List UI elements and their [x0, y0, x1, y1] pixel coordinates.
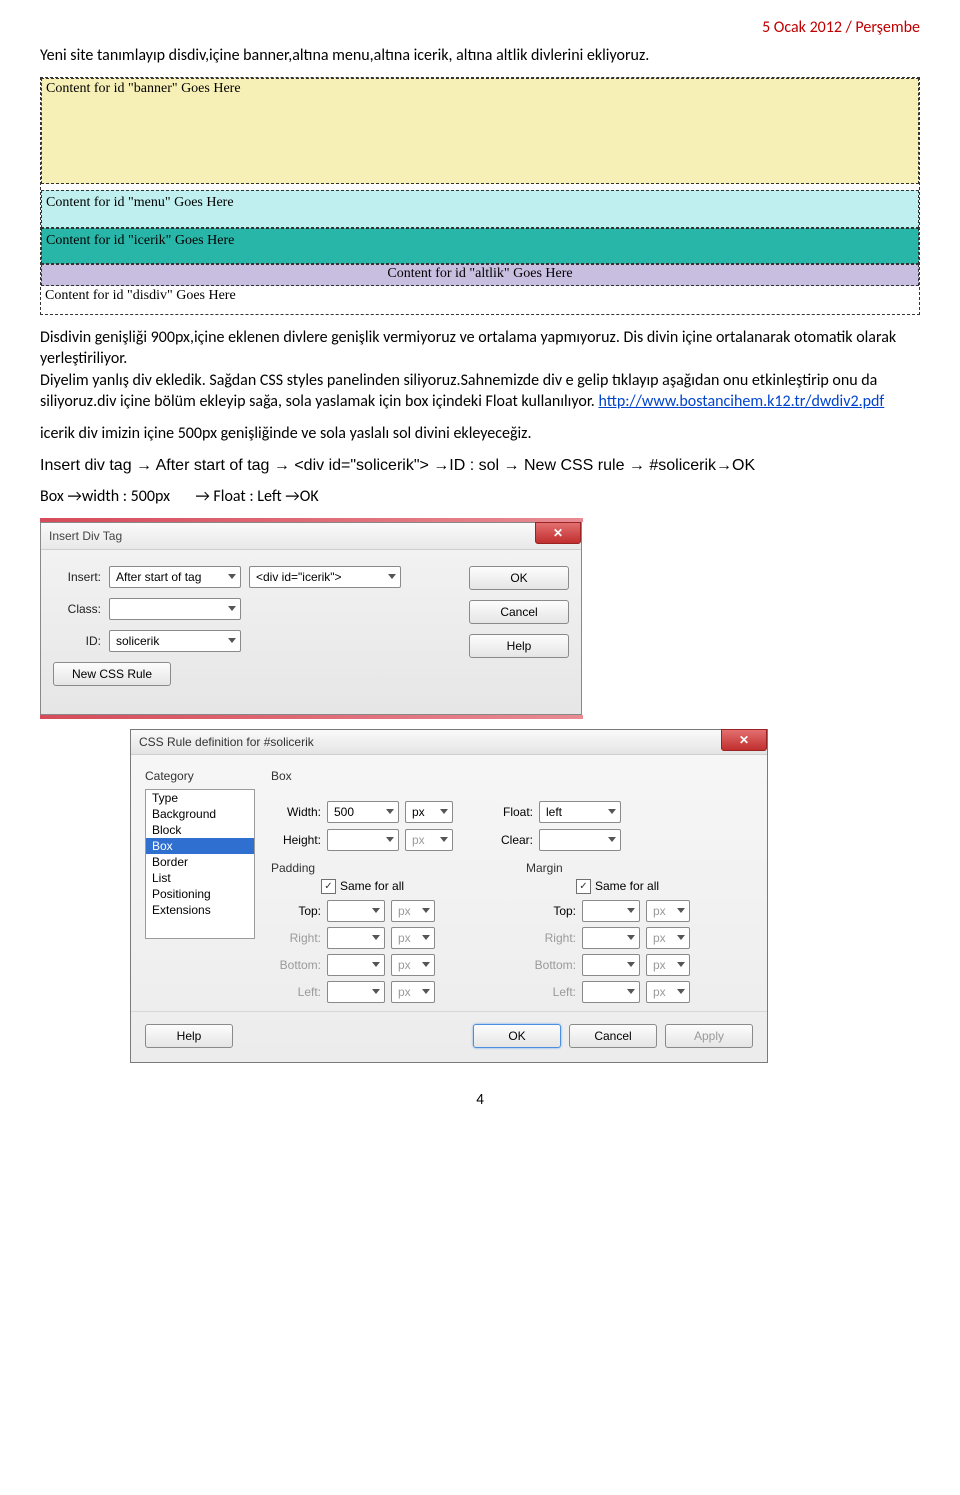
class-label: Class:	[53, 602, 101, 616]
margin-same-checkbox[interactable]: ✓	[576, 879, 591, 894]
cancel-button[interactable]: Cancel	[469, 600, 569, 624]
float-value: left	[546, 805, 562, 819]
page-number: 4	[40, 1091, 920, 1109]
dialog2-titlebar: CSS Rule definition for #solicerik ✕	[131, 730, 767, 755]
dw-menu: Content for id "menu" Goes Here	[41, 190, 919, 228]
help-button[interactable]: Help	[469, 634, 569, 658]
mar-top-label: Top:	[526, 904, 576, 918]
pad-left-unit[interactable]: px	[391, 981, 435, 1003]
clear-label: Clear:	[483, 833, 533, 847]
mar-right-unit[interactable]: px	[646, 927, 690, 949]
cat-block[interactable]: Block	[146, 822, 254, 838]
width-label: Width:	[271, 805, 321, 819]
mar-top-input[interactable]	[582, 900, 640, 922]
mar-left-unit[interactable]: px	[646, 981, 690, 1003]
width-unit[interactable]: px	[405, 801, 453, 823]
pad-right-unit[interactable]: px	[391, 927, 435, 949]
pad-bottom-unit[interactable]: px	[391, 954, 435, 976]
dw-disdiv-label: Content for id "disdiv" Goes Here	[41, 286, 919, 314]
cat-extensions[interactable]: Extensions	[146, 902, 254, 918]
mar-left-label: Left:	[526, 985, 576, 999]
insert-target-value: <div id="icerik">	[256, 570, 342, 584]
d2-cancel-button[interactable]: Cancel	[569, 1024, 657, 1048]
clear-combo[interactable]	[539, 829, 621, 851]
cat-border[interactable]: Border	[146, 854, 254, 870]
insert-label: Insert:	[53, 570, 101, 584]
width-value: 500	[334, 805, 354, 819]
pad-left-input[interactable]	[327, 981, 385, 1003]
height-unit-value: px	[412, 833, 425, 847]
dw-altlik: Content for id "altlik" Goes Here	[41, 264, 919, 286]
mar-top-unit[interactable]: px	[646, 900, 690, 922]
box-heading: Box	[271, 769, 753, 783]
pad-bottom-input[interactable]	[327, 954, 385, 976]
height-label: Height:	[271, 833, 321, 847]
float-combo[interactable]: left	[539, 801, 621, 823]
pad-bottom-label: Bottom:	[271, 958, 321, 972]
para4: Insert div tag → After start of tag → <d…	[40, 455, 920, 477]
dialog1-title-text: Insert Div Tag	[49, 529, 122, 543]
height-input[interactable]	[327, 829, 399, 851]
category-list[interactable]: Type Background Block Box Border List Po…	[145, 789, 255, 939]
p5b: → Float : Left →OK	[195, 487, 318, 506]
mar-left-input[interactable]	[582, 981, 640, 1003]
width-input[interactable]: 500	[327, 801, 399, 823]
dw-icerik: Content for id "icerik" Goes Here	[41, 228, 919, 264]
para5: Box →width : 500px → Float : Left →OK	[40, 486, 920, 508]
mar-bottom-label: Bottom:	[526, 958, 576, 972]
pad-left-label: Left:	[271, 985, 321, 999]
cat-positioning[interactable]: Positioning	[146, 886, 254, 902]
padding-same-label: Same for all	[340, 879, 404, 893]
height-unit[interactable]: px	[405, 829, 453, 851]
padding-same-checkbox[interactable]: ✓	[321, 879, 336, 894]
close-icon[interactable]: ✕	[721, 729, 767, 751]
cat-box[interactable]: Box	[146, 838, 254, 854]
id-value: solicerik	[116, 634, 159, 648]
pad-right-label: Right:	[271, 931, 321, 945]
ok-button[interactable]: OK	[469, 566, 569, 590]
close-icon[interactable]: ✕	[535, 522, 581, 544]
dialog2-title-text: CSS Rule definition for #solicerik	[139, 735, 314, 749]
id-label: ID:	[53, 634, 101, 648]
id-combo[interactable]: solicerik	[109, 630, 241, 652]
p2a: Disdivin genişliği 900px,içine eklenen d…	[40, 328, 896, 369]
dialog1-titlebar: Insert Div Tag ✕	[41, 523, 581, 550]
mar-right-input[interactable]	[582, 927, 640, 949]
css-rule-dialog: CSS Rule definition for #solicerik ✕ Cat…	[130, 729, 768, 1063]
margin-heading: Margin	[526, 861, 753, 875]
pdf-link[interactable]: http://www.bostancihem.k12.tr/dwdiv2.pdf	[598, 392, 884, 411]
insert-target-combo[interactable]: <div id="icerik">	[249, 566, 401, 588]
stripe-bottom	[40, 715, 583, 719]
category-label: Category	[145, 769, 255, 783]
insert-mode-combo[interactable]: After start of tag	[109, 566, 241, 588]
cat-background[interactable]: Background	[146, 806, 254, 822]
para2: Disdivin genişliği 900px,içine eklenen d…	[40, 327, 920, 413]
pad-top-input[interactable]	[327, 900, 385, 922]
pad-top-unit[interactable]: px	[391, 900, 435, 922]
float-label: Float:	[483, 805, 533, 819]
d2-help-button[interactable]: Help	[145, 1024, 233, 1048]
d2-apply-button[interactable]: Apply	[665, 1024, 753, 1048]
cat-type[interactable]: Type	[146, 790, 254, 806]
insert-div-dialog: Insert Div Tag ✕ Insert: After start of …	[40, 522, 582, 715]
pad-top-label: Top:	[271, 904, 321, 918]
class-combo[interactable]	[109, 598, 241, 620]
insert-mode-value: After start of tag	[116, 570, 201, 584]
mar-bottom-unit[interactable]: px	[646, 954, 690, 976]
padding-heading: Padding	[271, 861, 498, 875]
new-css-rule-button[interactable]: New CSS Rule	[53, 662, 171, 686]
p5a: Box →width : 500px	[40, 487, 170, 506]
mar-bottom-input[interactable]	[582, 954, 640, 976]
dw-layout-preview: Content for id "banner" Goes Here Conten…	[40, 77, 920, 315]
intro-text: Yeni site tanımlayıp disdiv,içine banner…	[40, 45, 920, 67]
cat-list-item[interactable]: List	[146, 870, 254, 886]
para3: icerik div imizin içine 500px genişliğin…	[40, 423, 920, 445]
page-date: 5 Ocak 2012 / Perşembe	[40, 18, 920, 37]
mar-right-label: Right:	[526, 931, 576, 945]
width-unit-value: px	[412, 805, 425, 819]
pad-right-input[interactable]	[327, 927, 385, 949]
d2-ok-button[interactable]: OK	[473, 1024, 561, 1048]
margin-same-label: Same for all	[595, 879, 659, 893]
dw-banner: Content for id "banner" Goes Here	[41, 78, 919, 184]
